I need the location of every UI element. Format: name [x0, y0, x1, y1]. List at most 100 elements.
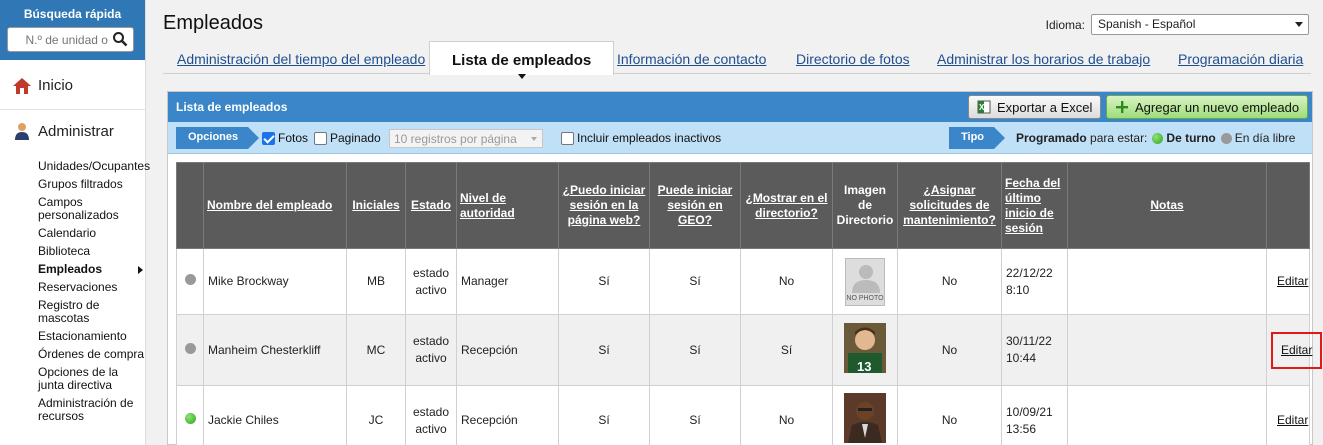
page-title: Empleados: [163, 12, 264, 34]
paged-checkbox[interactable]: Paginado: [314, 131, 381, 145]
sidebar-item-unidades[interactable]: Unidades/Ocupantes: [38, 158, 150, 176]
tab-programacion-diaria[interactable]: Programación diaria: [1178, 51, 1303, 67]
employee-list-panel: Lista de empleados X Exportar a Excel Ag…: [167, 91, 1323, 445]
tab-horarios-trabajo[interactable]: Administrar los horarios de trabajo: [937, 51, 1150, 67]
nav-home[interactable]: Inicio: [0, 62, 145, 110]
nav-home-label: Inicio: [38, 77, 74, 94]
header-show-directory[interactable]: ¿Mostrar en el directorio?: [740, 162, 833, 249]
sidebar-item-junta[interactable]: Opciones de la junta directiva: [38, 364, 145, 395]
status-cell: [176, 248, 204, 315]
action-cell: Editar: [1266, 248, 1310, 315]
sidebar-item-estacionamiento[interactable]: Estacionamiento: [38, 328, 145, 346]
action-cell: Editar: [1266, 385, 1310, 445]
action-cell: Editar: [1266, 314, 1323, 386]
no-photo-text: NO PHOTO: [846, 294, 884, 302]
sidebar-item-ordenes[interactable]: Órdenes de compra: [38, 346, 145, 364]
employee-status: estado activo: [405, 248, 457, 315]
quick-search-input[interactable]: [20, 28, 121, 51]
employee-last-login: 22/12/22 8:10: [1001, 248, 1068, 315]
records-per-page-select[interactable]: 10 registros por página: [389, 129, 543, 148]
add-employee-button[interactable]: Agregar un nuevo empleado: [1106, 95, 1309, 119]
quick-search-title: Búsqueda rápida: [23, 7, 122, 21]
employee-status: estado activo: [405, 385, 457, 445]
sidebar-item-campos[interactable]: Campos personalizados: [38, 194, 145, 225]
employee-photo-cell: [832, 385, 898, 445]
photos-checkbox-box[interactable]: [262, 131, 275, 145]
sidebar-item-empleados[interactable]: Empleados: [38, 261, 145, 279]
nav-administrar[interactable]: Administrar: [0, 110, 145, 152]
tab-tiempo-empleado[interactable]: Administración del tiempo del empleado: [177, 51, 425, 67]
employee-name: Manheim Chesterkliff: [203, 314, 347, 386]
export-excel-label: Exportar a Excel: [997, 100, 1093, 115]
header-actions: [1266, 162, 1310, 249]
day-off-status-icon: [184, 342, 196, 354]
employee-web-login: Sí: [558, 385, 650, 445]
table-row: Manheim Chesterkliff MC estado activo Re…: [176, 314, 1323, 386]
employee-notes: [1067, 385, 1267, 445]
header-authority[interactable]: Nivel de autoridad: [456, 162, 559, 249]
employee-authority: Recepción: [456, 385, 559, 445]
sidebar-item-reservaciones[interactable]: Reservaciones: [38, 279, 145, 297]
schedule-legend: Programado para estar: De turno En día l…: [1016, 131, 1295, 145]
nav-admin-label: Administrar: [38, 122, 114, 140]
quick-search-box: [7, 27, 134, 52]
excel-icon: X: [977, 100, 991, 114]
header-name[interactable]: Nombre del empleado: [203, 162, 347, 249]
employee-show-directory: No: [740, 385, 833, 445]
header-notes[interactable]: Notas: [1067, 162, 1267, 249]
day-off-icon: [1220, 132, 1232, 144]
employee-geo-login: Sí: [649, 385, 741, 445]
search-icon[interactable]: [112, 31, 128, 47]
panel-title: Lista de empleados: [176, 100, 288, 114]
edit-link[interactable]: Editar: [1271, 269, 1314, 294]
language-select[interactable]: Spanish - Español: [1091, 14, 1309, 35]
photos-checkbox-label: Fotos: [278, 131, 309, 145]
employee-photo: 13: [844, 322, 886, 374]
table-header-row: Nombre del empleado Iniciales Estado Niv…: [176, 162, 1310, 249]
header-web-login[interactable]: ¿Puedo iniciar sesión en la página web?: [558, 162, 650, 249]
sidebar-item-recursos[interactable]: Administración de recursos: [38, 395, 145, 426]
edit-link[interactable]: Editar: [1271, 408, 1314, 433]
sidebar-item-calendario[interactable]: Calendario: [38, 225, 145, 243]
include-inactive-checkbox-box[interactable]: [561, 131, 574, 145]
edit-link-highlighted[interactable]: Editar: [1271, 331, 1323, 369]
sidebar-item-grupos[interactable]: Grupos filtrados: [38, 176, 145, 194]
no-photo-placeholder: NO PHOTO: [845, 257, 885, 306]
add-employee-label: Agregar un nuevo empleado: [1135, 100, 1300, 115]
svg-text:13: 13: [857, 359, 871, 373]
photos-checkbox[interactable]: Fotos: [262, 131, 308, 145]
type-label: Tipo: [949, 127, 1006, 149]
include-inactive-checkbox[interactable]: Incluir empleados inactivos: [561, 131, 721, 145]
tab-informacion-contacto[interactable]: Información de contacto: [617, 51, 766, 67]
employee-authority: Manager: [456, 248, 559, 315]
sidebar-item-biblioteca[interactable]: Biblioteca: [38, 243, 145, 261]
person-silhouette-icon: [852, 264, 880, 293]
paged-checkbox-box[interactable]: [314, 131, 327, 145]
employee-web-login: Sí: [558, 248, 650, 315]
employee-table: Nombre del empleado Iniciales Estado Niv…: [176, 162, 1323, 445]
header-status[interactable]: Estado: [405, 162, 457, 249]
on-shift-label: De turno: [1166, 131, 1216, 145]
sidebar-item-mascotas[interactable]: Registro de mascotas: [38, 297, 145, 328]
panel-header: Lista de empleados X Exportar a Excel Ag…: [168, 92, 1312, 122]
day-off-status-icon: [184, 274, 196, 285]
on-shift-icon: [1152, 132, 1164, 144]
employee-last-login: 10/09/21 13:56: [1001, 385, 1068, 445]
include-inactive-label: Incluir empleados inactivos: [577, 131, 722, 145]
employee-authority: Recepción: [456, 314, 559, 386]
export-excel-button[interactable]: X Exportar a Excel: [968, 95, 1102, 119]
tab-directorio-fotos[interactable]: Directorio de fotos: [796, 51, 910, 67]
employee-geo-login: Sí: [649, 314, 741, 386]
employee-show-directory: No: [740, 248, 833, 315]
header-status-dot: [176, 162, 204, 249]
header-maintenance[interactable]: ¿Asignar solicitudes de mantenimiento?: [897, 162, 1002, 249]
plus-icon: [1116, 101, 1128, 113]
employee-name: Jackie Chiles: [203, 385, 347, 445]
on-shift-status-icon: [184, 413, 196, 424]
header-last-login[interactable]: Fecha del último inicio de sesión: [1001, 162, 1068, 249]
scheduled-text: para estar:: [1090, 131, 1148, 145]
tab-lista-empleados[interactable]: Lista de empleados: [429, 41, 615, 79]
header-initials[interactable]: Iniciales: [346, 162, 406, 249]
header-geo-login[interactable]: Puede iniciar sesión en GEO?: [649, 162, 741, 249]
employee-name: Mike Brockway: [203, 248, 347, 315]
